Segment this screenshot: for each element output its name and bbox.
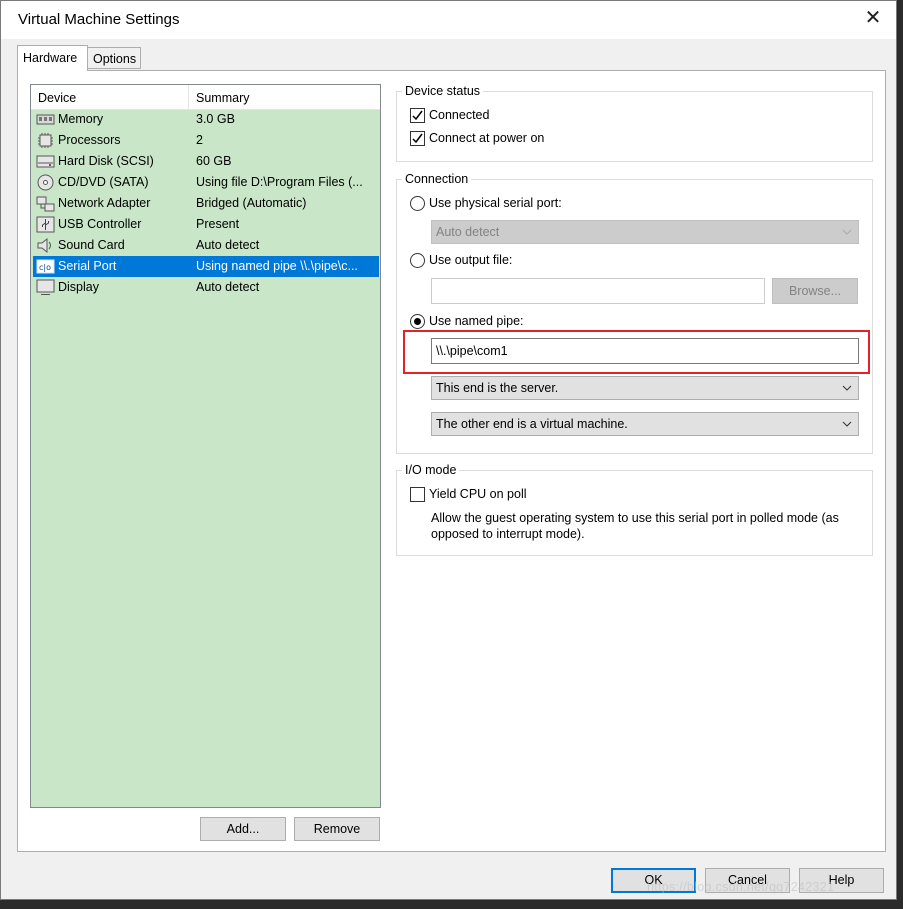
window-title: Virtual Machine Settings	[18, 11, 180, 28]
io-mode-label: I/O mode	[402, 463, 460, 477]
named-pipe-field[interactable]: \\.\pipe\com1	[431, 338, 859, 364]
device-summary: Auto detect	[196, 280, 260, 294]
connect-at-power-on-checkbox[interactable]	[410, 131, 425, 146]
desktop-background-bottom	[0, 900, 903, 909]
connect-at-power-on-label[interactable]: Connect at power on	[429, 131, 544, 145]
other-end-select[interactable]: The other end is a virtual machine.	[431, 412, 859, 436]
column-header-device[interactable]: Device	[38, 91, 76, 105]
checkmark-icon	[412, 110, 423, 121]
sound-card-icon	[36, 237, 55, 254]
processor-icon	[36, 132, 55, 149]
device-summary: Present	[196, 217, 240, 231]
display-icon	[36, 279, 55, 296]
device-name: Display	[58, 280, 99, 294]
chevron-down-icon	[842, 421, 852, 427]
device-summary: Auto detect	[196, 238, 260, 252]
use-output-file-label[interactable]: Use output file:	[429, 253, 512, 267]
checkmark-icon	[412, 133, 423, 144]
device-row-memory[interactable]: Memory 3.0 GB	[33, 109, 379, 130]
cancel-button[interactable]: Cancel	[705, 868, 790, 893]
close-icon[interactable]: ✕	[862, 7, 884, 29]
device-row-sound-card[interactable]: Sound Card Auto detect	[33, 235, 379, 256]
named-pipe-value: \\.\pipe\com1	[436, 344, 508, 358]
device-name: Memory	[58, 112, 104, 126]
column-header-summary[interactable]: Summary	[196, 91, 249, 105]
device-name: USB Controller	[58, 217, 142, 231]
device-name: Network Adapter	[58, 196, 151, 210]
serial-port-icon: c|o	[36, 258, 55, 275]
help-button[interactable]: Help	[799, 868, 884, 893]
connection-label: Connection	[402, 172, 472, 186]
device-list-header: Device Summary	[31, 85, 380, 110]
radio-selected-dot	[414, 318, 421, 325]
use-physical-serial-port-label[interactable]: Use physical serial port:	[429, 196, 562, 210]
device-name: Serial Port	[58, 259, 117, 273]
output-file-field	[431, 278, 765, 304]
yield-cpu-on-poll-label[interactable]: Yield CPU on poll	[429, 487, 527, 501]
column-separator[interactable]	[188, 85, 189, 109]
device-summary: Using named pipe \\.\pipe\c...	[196, 259, 358, 273]
yield-cpu-on-poll-checkbox[interactable]	[410, 487, 425, 502]
connected-label[interactable]: Connected	[429, 108, 489, 122]
tab-hardware-label: Hardware	[23, 51, 78, 65]
physical-port-value: Auto detect	[436, 225, 500, 239]
add-device-button[interactable]: Add...	[200, 817, 286, 841]
title-bar: Virtual Machine Settings ✕	[1, 1, 896, 39]
io-mode-description-line2: opposed to interrupt mode).	[431, 527, 585, 541]
use-physical-serial-port-radio[interactable]	[410, 196, 425, 211]
device-row-usb-controller[interactable]: USB Controller Present	[33, 214, 379, 235]
physical-port-select: Auto detect	[431, 220, 859, 244]
device-name: CD/DVD (SATA)	[58, 175, 149, 189]
device-row-cd-dvd[interactable]: CD/DVD (SATA) Using file D:\Program File…	[33, 172, 379, 193]
device-status-label: Device status	[402, 84, 484, 98]
device-row-network-adapter[interactable]: Network Adapter Bridged (Automatic)	[33, 193, 379, 214]
other-end-value: The other end is a virtual machine.	[436, 417, 628, 431]
memory-icon	[36, 111, 55, 128]
this-end-select[interactable]: This end is the server.	[431, 376, 859, 400]
this-end-value: This end is the server.	[436, 381, 559, 395]
device-name: Sound Card	[58, 238, 125, 252]
chevron-down-icon	[842, 229, 852, 235]
tab-options-label: Options	[93, 52, 137, 66]
network-adapter-icon	[36, 195, 55, 212]
desktop-background	[897, 0, 903, 909]
cd-dvd-icon	[36, 174, 55, 191]
ok-button[interactable]: OK	[611, 868, 696, 893]
device-row-processors[interactable]: Processors 2	[33, 130, 379, 151]
browse-button: Browse...	[772, 278, 858, 304]
device-row-serial-port[interactable]: c|o Serial Port Using named pipe \\.\pip…	[33, 256, 379, 277]
use-output-file-radio[interactable]	[410, 253, 425, 268]
io-mode-description-line1: Allow the guest operating system to use …	[431, 511, 839, 525]
tab-hardware[interactable]: Hardware	[17, 45, 88, 71]
use-named-pipe-label[interactable]: Use named pipe:	[429, 314, 524, 328]
device-summary: Bridged (Automatic)	[196, 196, 307, 210]
device-status-group	[396, 91, 873, 162]
hard-disk-icon	[36, 153, 55, 170]
use-named-pipe-radio[interactable]	[410, 314, 425, 329]
device-summary: Using file D:\Program Files (...	[196, 175, 363, 189]
tab-options[interactable]: Options	[87, 47, 141, 69]
device-row-display[interactable]: Display Auto detect	[33, 277, 379, 298]
remove-device-button[interactable]: Remove	[294, 817, 380, 841]
device-summary: 2	[196, 133, 203, 147]
device-row-hard-disk[interactable]: Hard Disk (SCSI) 60 GB	[33, 151, 379, 172]
device-list[interactable]: Device Summary Memory 3.0 GB Processors …	[30, 84, 381, 808]
chevron-down-icon	[842, 385, 852, 391]
device-summary: 60 GB	[196, 154, 232, 168]
usb-icon	[36, 216, 55, 233]
device-name: Hard Disk (SCSI)	[58, 154, 154, 168]
device-name: Processors	[58, 133, 121, 147]
connected-checkbox[interactable]	[410, 108, 425, 123]
device-summary: 3.0 GB	[196, 112, 235, 126]
svg-text:c|o: c|o	[39, 263, 51, 272]
